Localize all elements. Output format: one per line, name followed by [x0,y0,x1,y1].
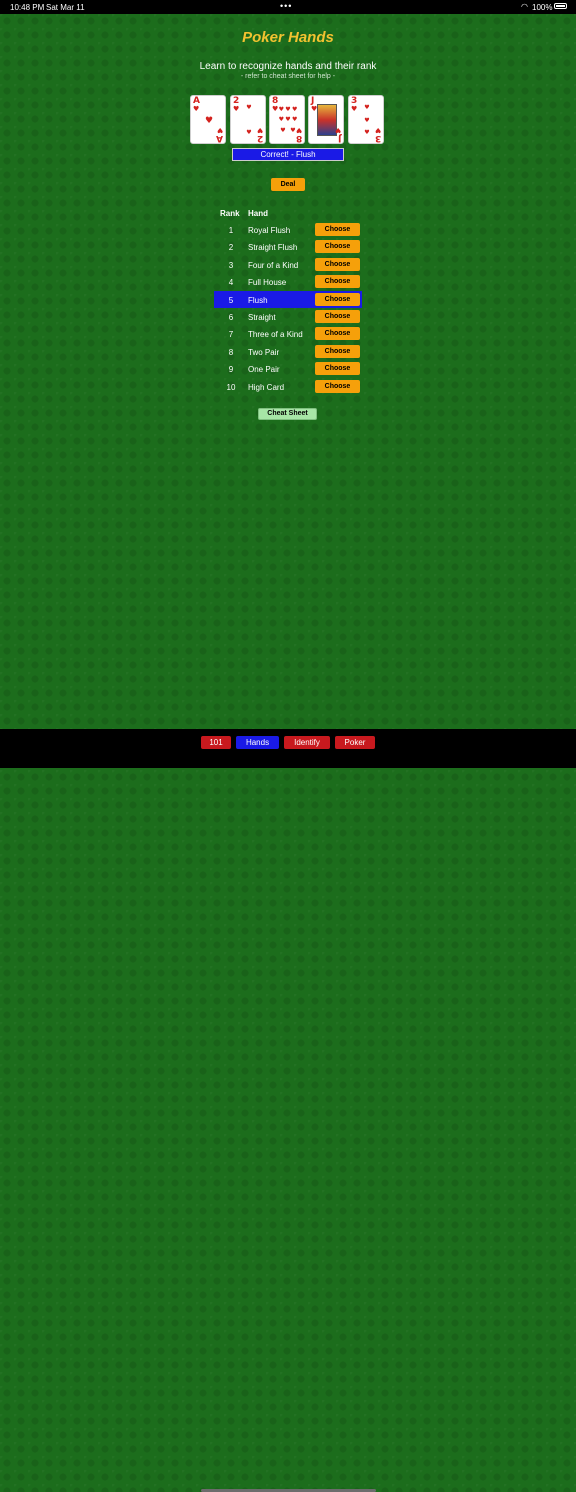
playing-card: 3 ♥ ♥ ♥ ♥ ♥ 3 [348,95,384,144]
hand-rank: 6 [228,313,234,322]
heart-icon: ♥ [246,104,252,111]
choose-button[interactable]: Choose [315,240,360,254]
choose-button[interactable]: Choose [315,310,360,323]
page-subtitle: Learn to recognize hands and their rank [199,61,377,72]
choose-button[interactable]: Choose [315,327,360,341]
card-rank: 3 [374,133,381,143]
hand-name: High Card [248,382,285,392]
choose-button[interactable]: Choose [315,223,360,236]
playing-card: A ♥ ♥ ♥ A [190,95,226,144]
card-rank: A [216,133,223,143]
choose-button[interactable]: Choose [315,379,360,393]
hand-name: Three of a Kind [248,330,303,340]
table-row: 9 One Pair Choose [214,360,362,377]
playing-card: 8 ♥ ♥ ♥ ♥ ♥ ♥ ♥ ♥ ♥ ♥ 8 [269,95,305,144]
heart-icon: ♥ [204,115,214,126]
battery-percent: 100% [532,3,553,12]
heart-icon: ♥ [285,116,291,124]
hand-column-header: Hand [248,209,268,218]
battery-icon [554,3,567,9]
table-row: 4 Full House Choose [214,273,362,290]
table-row: 2 Straight Flush Choose [214,238,362,255]
tab-identify[interactable]: Identify [284,736,330,749]
heart-icon: ♥ [278,106,285,114]
cheat-sheet-hint: - refer to cheat sheet for help - [240,73,336,80]
hand-rank: 4 [228,278,234,288]
multitasking-dots-icon[interactable]: ••• [280,1,292,11]
wifi-icon: ◠ [521,2,528,11]
hand-name: Straight Flush [248,243,298,253]
tab-101[interactable]: 101 [201,736,231,749]
jack-face-icon [317,104,337,136]
hand-name: Flush [248,295,268,305]
hand-rank: 3 [228,260,234,270]
choose-button[interactable]: Choose [315,275,360,289]
heart-icon: ♥ [290,126,296,134]
tab-poker[interactable]: Poker [335,736,375,749]
hand-name: Four of a Kind [248,260,299,270]
hand-name: One Pair [248,365,280,375]
card-rank: 8 [295,133,302,143]
tab-bar: 101 Hands Identify Poker [0,729,576,1492]
heart-icon: ♥ [246,129,252,136]
hand-rank: 2 [228,243,234,253]
deal-button[interactable]: Deal [271,178,305,191]
table-row: 6 Straight Choose [214,308,362,325]
heart-icon: ♥ [291,116,298,124]
tab-hands[interactable]: Hands [236,736,279,749]
heart-icon: ♥ [278,116,285,124]
choose-button[interactable]: Choose [315,344,360,358]
card-rank: J [337,133,341,143]
table-row: 10 High Card Choose [214,378,362,395]
cheat-sheet-button[interactable]: Cheat Sheet [258,408,317,420]
status-bar: 10:48 PM Sat Mar 11 ••• ◠ 100% [0,0,576,14]
heart-icon: ♥ [364,129,370,136]
status-date: Sat Mar 11 [46,3,85,12]
table-row: 5 Flush Choose [214,290,362,308]
table-row: 1 Royal Flush Choose [214,221,362,238]
rank-column-header: Rank [220,209,240,218]
table-row: 7 Three of a Kind Choose [214,325,362,342]
dealt-cards: A ♥ ♥ ♥ A 2 ♥ ♥ ♥ ♥ 2 8 ♥ ♥ ♥ ♥ ♥ ♥ ♥ ♥ … [190,95,386,145]
table-row: 8 Two Pair Choose [214,343,362,360]
playing-card: 2 ♥ ♥ ♥ ♥ 2 [230,95,266,144]
heart-icon: ♥ [364,116,370,124]
hand-rank: 8 [228,347,234,357]
hand-rank: 7 [228,330,234,340]
card-rank: 2 [256,133,263,143]
choose-button[interactable]: Choose [315,362,360,376]
heart-icon: ♥ [364,104,370,111]
hand-rank: 10 [226,382,236,392]
hand-name: Straight [248,313,276,322]
choose-button[interactable]: Choose [315,292,360,306]
heart-icon: ♥ [285,106,291,114]
hand-rank: 9 [228,365,234,375]
page-title: Poker Hands [242,29,334,46]
hand-name: Royal Flush [248,226,291,235]
heart-icon: ♥ [280,126,286,134]
hand-rank: 5 [228,295,234,305]
choose-button[interactable]: Choose [315,257,360,271]
playing-card: J ♥ ♥ J [308,95,344,144]
table-row: 3 Four of a Kind Choose [214,256,362,273]
status-time: 10:48 PM [10,3,45,12]
hand-name: Full House [248,278,287,288]
hand-name: Two Pair [248,347,280,357]
hand-rank: 1 [228,226,234,235]
result-banner: Correct! - Flush [232,148,344,161]
heart-icon: ♥ [291,106,298,114]
